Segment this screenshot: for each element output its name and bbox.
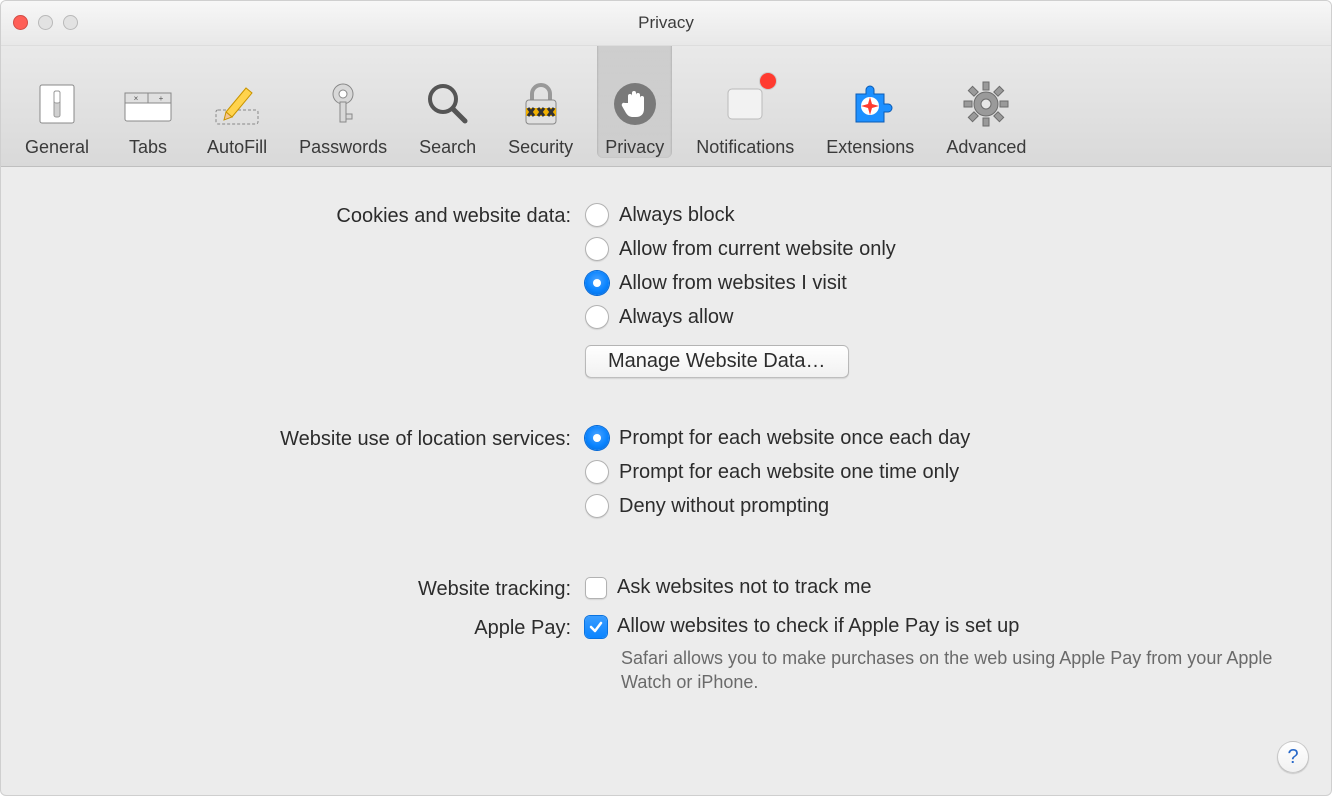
svg-text:×: × [134,94,139,103]
toolbar-tab-autofill[interactable]: AutoFill [199,40,275,158]
toolbar-tab-tabs[interactable]: ×+ Tabs [113,40,183,158]
radio-button[interactable] [585,203,609,227]
applepay-allow-check[interactable]: Allow websites to check if Apple Pay is … [585,615,1291,638]
radio-button[interactable] [585,305,609,329]
titlebar: Privacy [1,1,1331,46]
cookies-label: Cookies and website data: [41,203,585,228]
gear-icon [959,77,1013,131]
toolbar-tab-search[interactable]: Search [411,40,484,158]
toolbar-tab-passwords[interactable]: Passwords [291,40,395,158]
svg-text:+: + [159,94,164,103]
applepay-label: Apple Pay: [41,615,585,640]
location-option-each-day[interactable]: Prompt for each website once each day [585,426,1291,450]
cookies-option-current-only[interactable]: Allow from current website only [585,237,1291,261]
magnifier-icon [421,77,475,131]
toolbar-tab-notifications[interactable]: Notifications [688,40,802,158]
toolbar-tab-privacy[interactable]: Privacy [597,40,672,158]
notification-badge [760,73,776,89]
radio-button[interactable] [585,426,609,450]
padlock-icon [514,77,568,131]
cookies-option-always-block[interactable]: Always block [585,203,1291,227]
manage-website-data-button[interactable]: Manage Website Data… [585,345,849,378]
toolbar-tab-general[interactable]: General [17,40,97,158]
close-window-button[interactable] [13,15,28,30]
cookies-option-always-allow[interactable]: Always allow [585,305,1291,329]
applepay-description: Safari allows you to make purchases on t… [585,646,1291,695]
preferences-window: Privacy General ×+ Tabs AutoFill Passwo [0,0,1332,796]
window-title: Privacy [638,13,694,33]
preferences-toolbar: General ×+ Tabs AutoFill Passwords Searc… [1,46,1331,167]
tabs-icon: ×+ [121,77,175,131]
checkbox[interactable] [585,616,607,638]
cookies-option-visited[interactable]: Allow from websites I visit [585,271,1291,295]
help-button[interactable]: ? [1277,741,1309,773]
radio-button[interactable] [585,237,609,261]
toolbar-tab-extensions[interactable]: Extensions [818,40,922,158]
radio-button[interactable] [585,460,609,484]
radio-button[interactable] [585,494,609,518]
zoom-window-button[interactable] [63,15,78,30]
pencil-icon [210,77,264,131]
key-icon [316,77,370,131]
switch-icon [30,77,84,131]
location-option-one-time[interactable]: Prompt for each website one time only [585,460,1291,484]
radio-button[interactable] [585,271,609,295]
tracking-do-not-track[interactable]: Ask websites not to track me [585,576,1291,599]
location-option-deny[interactable]: Deny without prompting [585,494,1291,518]
window-controls [13,15,78,30]
privacy-pane: Cookies and website data: Always block A… [1,167,1331,733]
puzzle-icon [843,77,897,131]
notification-icon [718,77,772,131]
toolbar-tab-security[interactable]: Security [500,40,581,158]
hand-icon [608,77,662,131]
checkbox[interactable] [585,577,607,599]
toolbar-tab-advanced[interactable]: Advanced [938,40,1034,158]
location-label: Website use of location services: [41,426,585,451]
tracking-label: Website tracking: [41,576,585,601]
minimize-window-button[interactable] [38,15,53,30]
